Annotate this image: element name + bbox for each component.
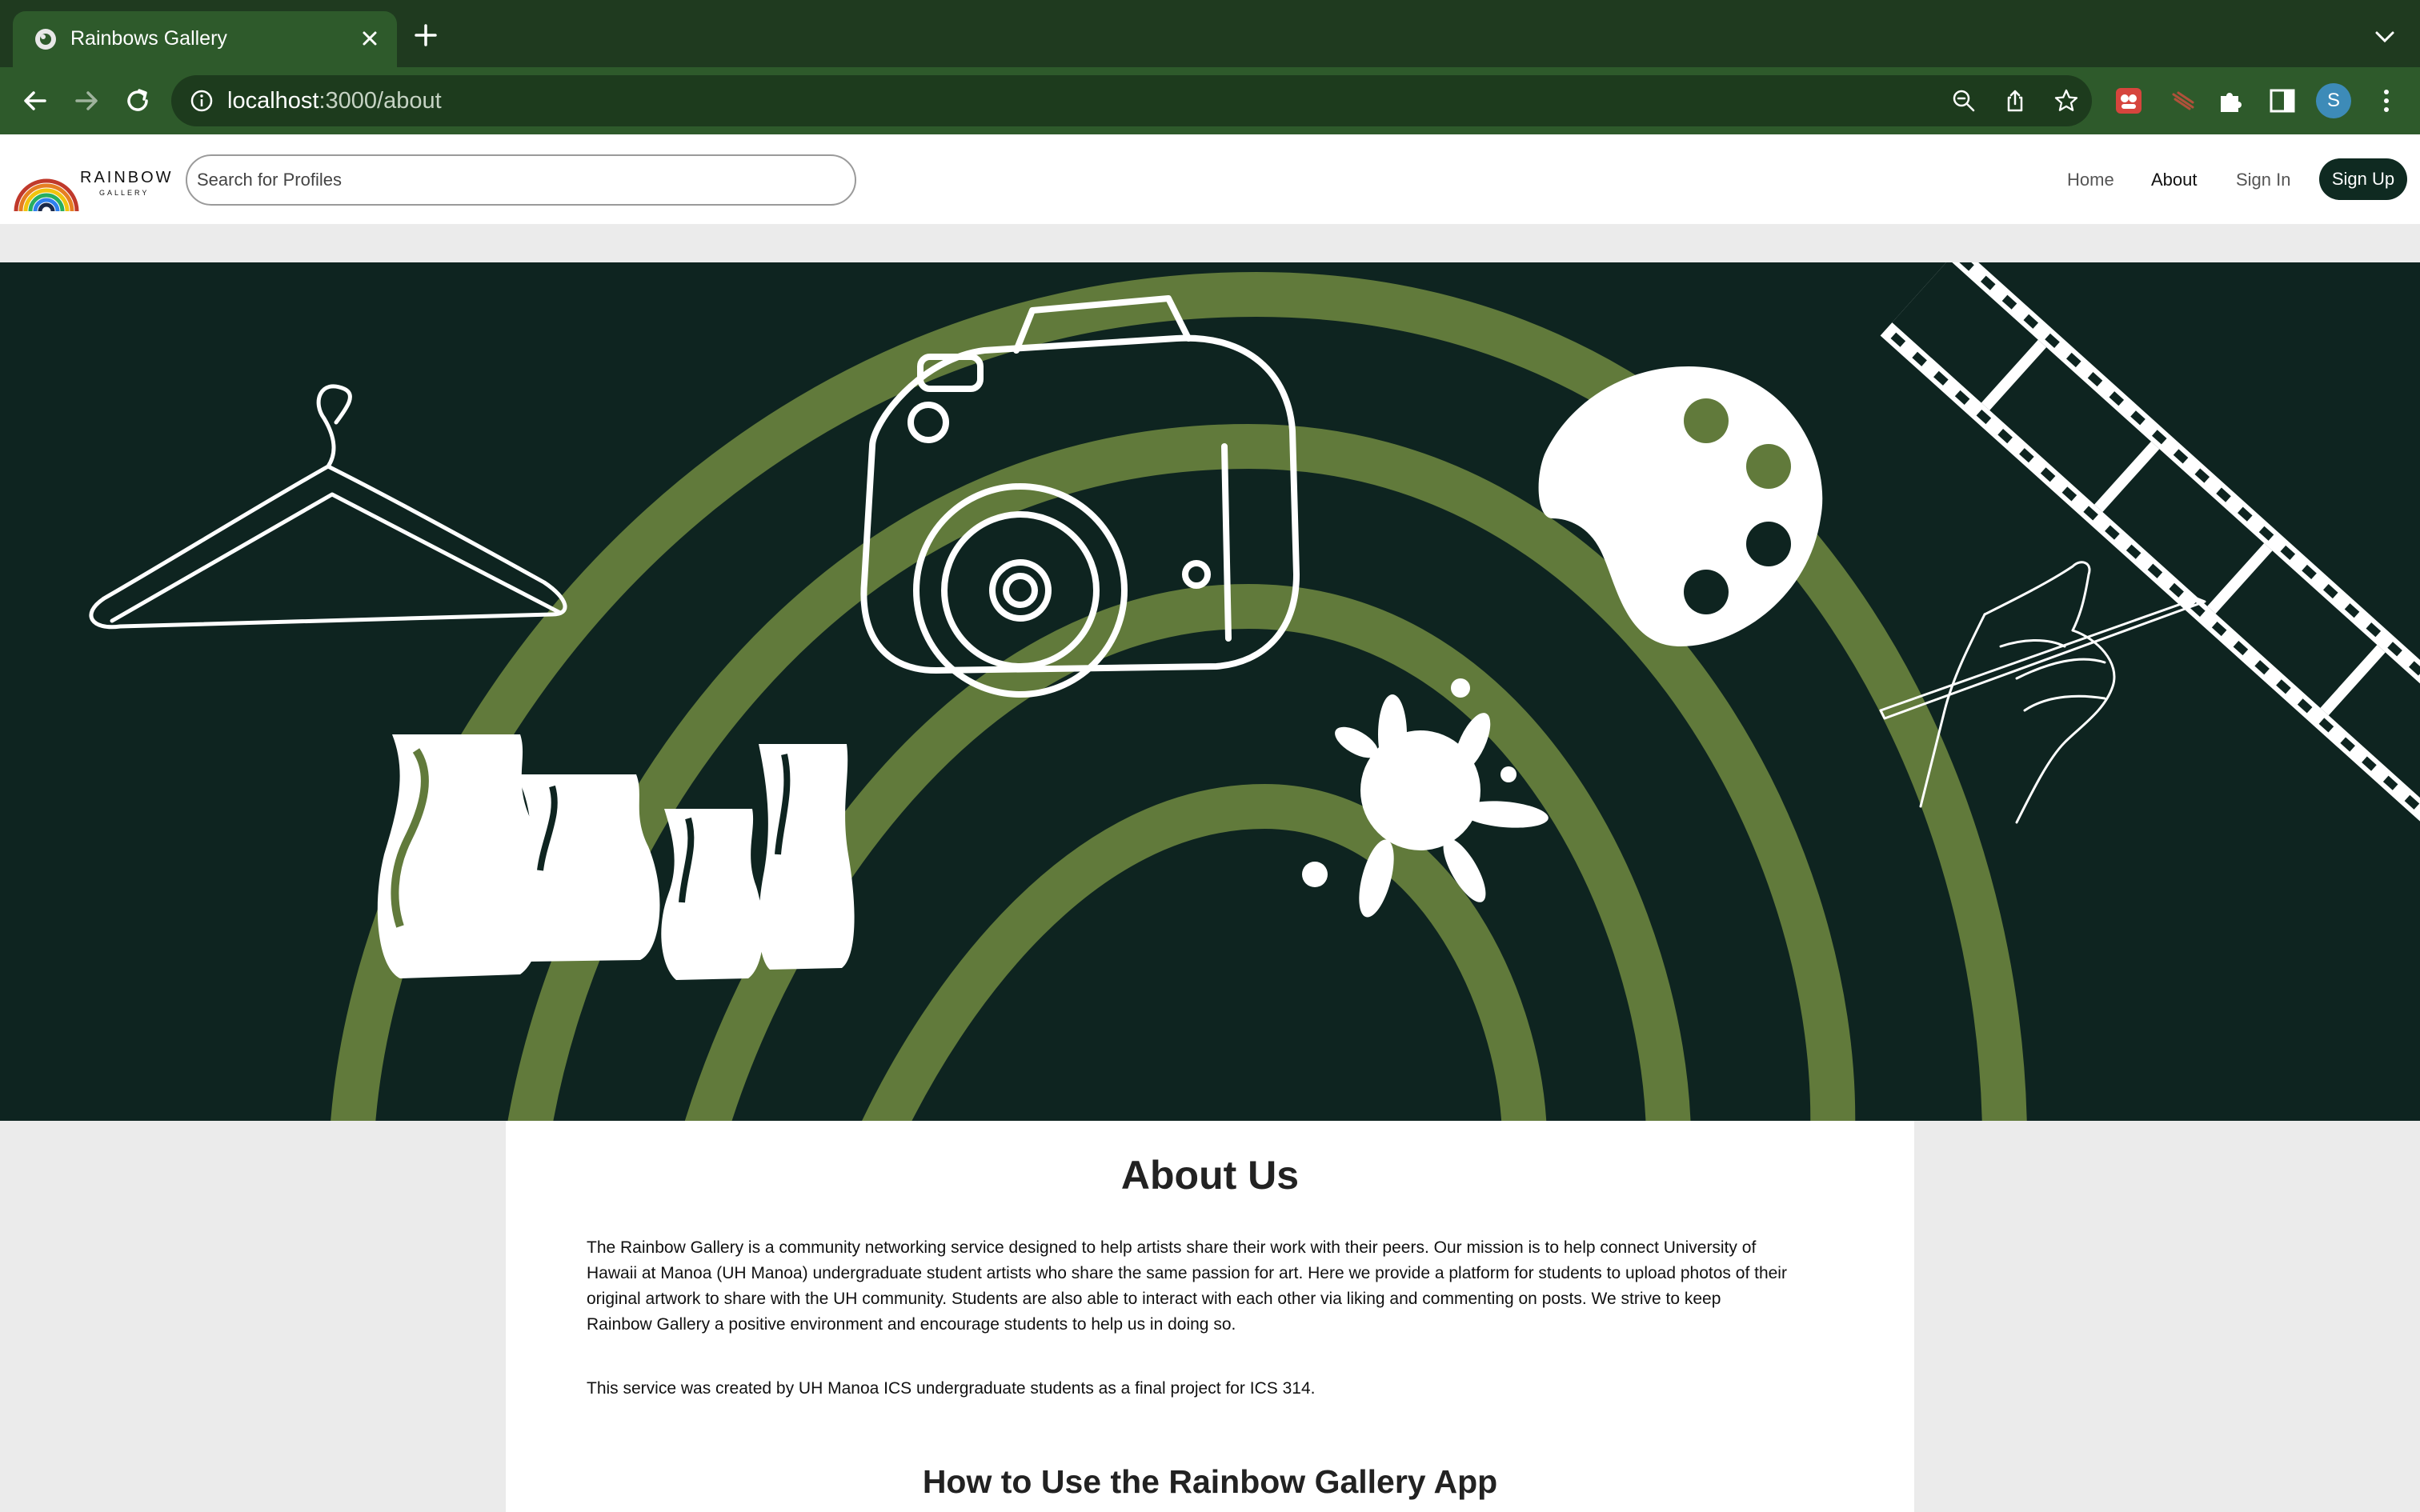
info-icon[interactable] xyxy=(189,88,214,114)
how-to-use-heading: How to Use the Rainbow Gallery App xyxy=(922,1463,1498,1500)
browser-tab[interactable]: Rainbows Gallery xyxy=(13,11,397,67)
about-credits-paragraph: This service was created by UH Manoa ICS… xyxy=(587,1379,1316,1398)
about-mission-paragraph: The Rainbow Gallery is a community netwo… xyxy=(587,1238,1787,1334)
rainbow-gallery-logo[interactable]: RAINBOW GALLERY xyxy=(13,149,173,213)
close-icon[interactable] xyxy=(357,26,383,51)
url-text: localhost:3000/about xyxy=(227,88,442,114)
more-vert-icon[interactable] xyxy=(2369,83,2404,118)
address-bar[interactable]: localhost:3000/about xyxy=(171,75,2092,126)
logo-wordmark: RAINBOW xyxy=(80,169,173,186)
star-icon[interactable] xyxy=(2053,88,2079,114)
rainbow-logo-icon: RAINBOW GALLERY xyxy=(14,169,173,212)
plus-icon[interactable] xyxy=(413,22,439,48)
share-icon[interactable] xyxy=(2002,88,2028,114)
nav-link-about[interactable]: About xyxy=(2151,170,2198,190)
chevron-down-icon[interactable] xyxy=(2374,29,2396,45)
palette-icon xyxy=(1538,366,1823,646)
profile-search-input[interactable] xyxy=(186,154,856,206)
about-content-card: About Us The Rainbow Gallery is a commun… xyxy=(506,1121,1914,1512)
hero-illustration xyxy=(89,262,2420,1121)
pottery-vases-icon xyxy=(377,734,855,980)
extension-icon[interactable] xyxy=(2166,83,2201,118)
logo-subtext: GALLERY xyxy=(99,189,149,197)
back-arrow-icon[interactable] xyxy=(18,83,53,118)
camera-icon xyxy=(860,295,1300,698)
film-strip-icon xyxy=(1880,262,2420,850)
sign-up-button[interactable]: Sign Up xyxy=(2319,158,2407,200)
browser-toolbar: localhost:3000/about S xyxy=(0,67,2420,134)
nav-link-home[interactable]: Home xyxy=(2067,170,2114,190)
forward-arrow-icon[interactable] xyxy=(69,83,104,118)
browser-tab-strip: Rainbows Gallery xyxy=(0,0,2420,67)
extension-icon[interactable] xyxy=(2111,83,2146,118)
hero-banner xyxy=(0,262,2420,1121)
site-navbar: RAINBOW GALLERY Home About Sign In Sign … xyxy=(0,134,2420,224)
extensions-icon[interactable] xyxy=(2214,83,2249,118)
profile-avatar[interactable]: S xyxy=(2316,83,2351,118)
hanger-icon xyxy=(89,384,567,630)
reload-icon[interactable] xyxy=(120,83,155,118)
side-panel-icon[interactable] xyxy=(2265,83,2300,118)
tab-title: Rainbows Gallery xyxy=(70,27,227,50)
about-us-heading: About Us xyxy=(1120,1153,1300,1198)
site-favicon-icon xyxy=(35,29,56,50)
zoom-out-icon[interactable] xyxy=(1951,88,1977,114)
nav-link-sign-in[interactable]: Sign In xyxy=(2236,170,2291,190)
